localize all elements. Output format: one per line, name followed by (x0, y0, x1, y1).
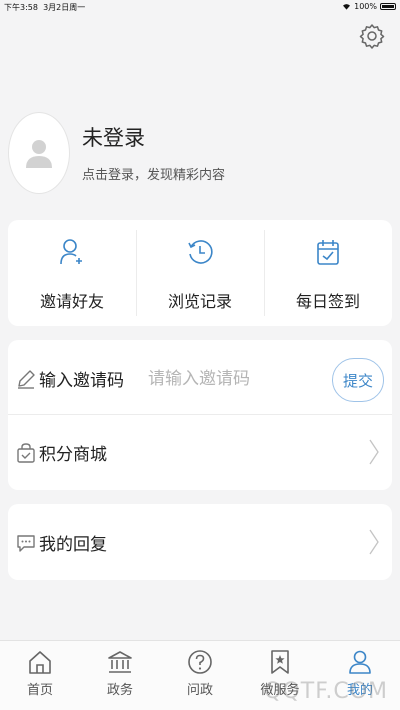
invite-user-icon (60, 239, 82, 265)
browse-history-label: 浏览记录 (167, 292, 232, 311)
invite-code-input[interactable] (148, 364, 328, 394)
bookmark-star-icon (271, 650, 289, 674)
tab-home[interactable]: 首页 (0, 641, 80, 710)
submit-button[interactable]: 提交 (332, 358, 384, 402)
menu-card: 输入邀请码 提交 积分商城 (8, 340, 392, 490)
status-bar: 下午3:58 3月2日周一 100% (0, 0, 400, 14)
points-mall-row[interactable]: 积分商城 (8, 416, 392, 488)
replies-card: 我的回复 (8, 504, 392, 580)
question-icon (188, 650, 212, 674)
divider (8, 414, 392, 415)
login-hint: 点击登录，发现精彩内容 (82, 168, 226, 183)
invite-friends-label: 邀请好友 (39, 292, 104, 311)
points-mall-label: 积分商城 (39, 444, 107, 465)
wifi-icon (343, 4, 351, 10)
invite-code-row: 输入邀请码 提交 (8, 342, 392, 414)
government-icon (108, 651, 132, 673)
quick-actions: 邀请好友 浏览记录 每日签到 (8, 220, 392, 326)
default-avatar-icon (26, 140, 52, 168)
user-icon (349, 650, 371, 674)
status-right: 100% (342, 2, 396, 11)
profile-section[interactable]: 未登录 点击登录，发现精彩内容 (8, 112, 392, 196)
tab-inquiry-label: 问政 (186, 683, 213, 698)
browse-history-button[interactable]: 浏览记录 (136, 220, 264, 326)
status-time: 下午3:58 3月2日周一 (4, 3, 86, 12)
daily-checkin-label: 每日签到 (295, 292, 360, 311)
history-clock-icon (188, 240, 213, 264)
battery-percent: 100% (354, 2, 377, 11)
avatar[interactable] (8, 112, 70, 194)
chevron-right-icon (369, 439, 379, 465)
invite-friends-button[interactable]: 邀请好友 (8, 220, 136, 326)
home-icon (29, 651, 51, 674)
tab-government-label: 政务 (106, 683, 133, 698)
battery-icon (380, 3, 396, 10)
tab-home-label: 首页 (26, 683, 53, 698)
login-status[interactable]: 未登录 (82, 122, 145, 152)
my-replies-row[interactable]: 我的回复 (8, 506, 392, 578)
watermark: QQTF.COM (264, 679, 388, 704)
gear-icon[interactable] (358, 22, 386, 50)
calendar-check-icon (317, 240, 339, 265)
chat-bubble-icon (17, 535, 35, 552)
pencil-icon (18, 370, 35, 389)
gift-bag-icon (17, 443, 35, 463)
daily-checkin-button[interactable]: 每日签到 (264, 220, 392, 326)
tab-inquiry[interactable]: 问政 (160, 641, 240, 710)
chevron-right-icon (369, 529, 379, 555)
my-replies-label: 我的回复 (39, 534, 107, 555)
tab-government[interactable]: 政务 (80, 641, 160, 710)
invite-code-label: 输入邀请码 (39, 370, 124, 391)
